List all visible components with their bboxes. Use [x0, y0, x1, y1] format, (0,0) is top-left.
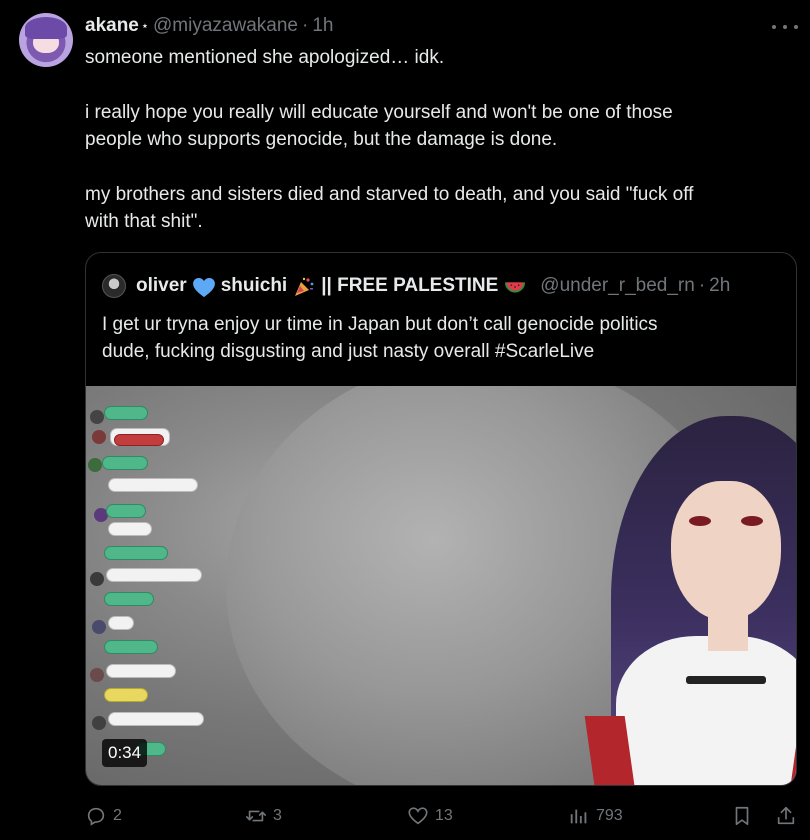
quote-text: I get ur tryna enjoy ur time in Japan bu… — [102, 311, 762, 365]
like-count: 13 — [435, 807, 453, 824]
reply-button[interactable]: 2 — [85, 800, 122, 832]
quote-handle[interactable]: @under_r_bed_rn — [540, 275, 695, 297]
author-avatar[interactable] — [19, 13, 73, 67]
quote-header: oliver shuichi || FREE PALESTINE @under_… — [102, 273, 730, 299]
avatar-character-face — [671, 481, 781, 621]
watermelon-icon — [505, 282, 526, 293]
video-player[interactable]: 0:34 — [86, 386, 796, 785]
share-button[interactable] — [775, 800, 797, 832]
quote-name-part[interactable]: oliver — [136, 275, 187, 297]
tweet-line: someone mentioned she apologized… idk. — [85, 47, 445, 68]
separator: · — [301, 15, 309, 36]
repost-count: 3 — [273, 807, 282, 824]
views-icon — [570, 809, 587, 824]
more-options-icon[interactable] — [772, 22, 798, 32]
tweet-line: i really hope you really will educate yo… — [85, 102, 673, 123]
author-name[interactable]: akane — [85, 15, 139, 37]
quote-separator: · — [698, 275, 706, 296]
views-count: 793 — [596, 807, 623, 824]
author-badge: ⋆ — [140, 18, 150, 33]
tweet-header: akane ⋆ @miyazawakane · 1h — [85, 14, 333, 38]
share-icon — [777, 806, 795, 825]
tweet-text: someone mentioned she apologized… idk. i… — [85, 44, 785, 235]
quote-avatar[interactable] — [102, 274, 126, 298]
reply-icon — [87, 807, 105, 826]
quote-name-part[interactable]: || FREE PALESTINE — [321, 275, 498, 297]
video-duration: 0:34 — [102, 739, 148, 767]
avatar-character-body — [616, 636, 796, 785]
stream-chat-overlay — [86, 386, 226, 785]
tweet-line: with that shit". — [85, 211, 203, 232]
tweet-line: people who supports genocide, but the da… — [85, 129, 558, 150]
tweet-time[interactable]: 1h — [312, 15, 333, 37]
views-button[interactable]: 793 — [568, 800, 623, 832]
repost-button[interactable]: 3 — [245, 800, 282, 832]
quote-time[interactable]: 2h — [709, 275, 730, 297]
action-bar: 2 3 13 793 — [85, 800, 797, 832]
quote-line: I get ur tryna enjoy ur time in Japan bu… — [102, 314, 658, 335]
quote-line: dude, fucking disgusting and just nasty … — [102, 341, 595, 362]
bookmark-icon — [735, 806, 749, 826]
like-button[interactable]: 13 — [407, 800, 453, 832]
blue-heart-icon — [192, 278, 215, 298]
reply-count: 2 — [113, 807, 122, 824]
quoted-tweet[interactable]: oliver shuichi || FREE PALESTINE @under_… — [85, 252, 797, 786]
party-popper-icon — [295, 277, 314, 296]
repost-icon — [246, 810, 266, 822]
author-handle[interactable]: @miyazawakane — [153, 15, 298, 37]
heart-icon — [408, 807, 428, 825]
quote-name-part[interactable]: shuichi — [221, 275, 288, 297]
tweet-line: my brothers and sisters died and starved… — [85, 184, 694, 205]
bookmark-button[interactable] — [731, 800, 753, 832]
